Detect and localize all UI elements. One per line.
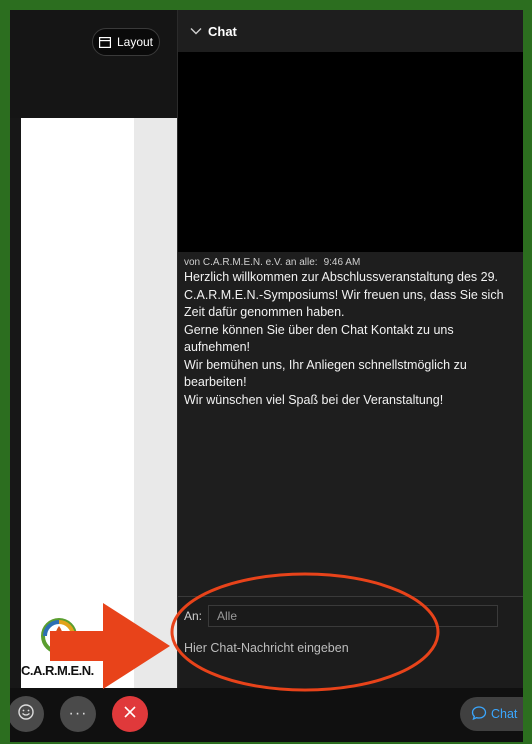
chat-toggle-label: Chat [491, 707, 518, 721]
chat-header[interactable]: Chat [178, 10, 523, 52]
recipient-value: Alle [217, 609, 238, 623]
message-line: Wir wünschen viel Spaß bei der Veranstal… [184, 392, 444, 407]
leave-meeting-button[interactable] [112, 696, 148, 732]
chat-toggle-button[interactable]: Chat [460, 697, 523, 731]
message-meta: von C.A.R.M.E.N. e.V. an alle: 9:46 AM [184, 257, 360, 268]
close-icon [123, 705, 137, 724]
message-line: Gerne können Sie über den Chat Kontakt z… [184, 322, 454, 355]
layout-button[interactable]: Layout [92, 28, 160, 56]
message-sender: von C.A.R.M.E.N. e.V. an alle: [184, 257, 318, 268]
slide-logo-text: C.A.R.M.E.N. [21, 663, 94, 678]
chat-input-placeholder: Hier Chat-Nachricht eingeben [184, 641, 349, 655]
presentation-slide: C.A.R.M.E.N. [21, 118, 134, 688]
recipient-label: An: [184, 609, 203, 623]
reaction-button[interactable] [10, 696, 44, 732]
recipient-select[interactable]: Alle [208, 605, 499, 627]
chevron-down-icon[interactable] [190, 27, 202, 35]
carmen-logo [41, 618, 77, 654]
more-icon: ··· [68, 705, 88, 722]
meeting-controls: ··· Chat [10, 688, 523, 742]
layout-icon [98, 36, 111, 48]
shared-content: C.A.R.M.E.N. [21, 118, 177, 688]
meeting-window: Layout C.A.R.M.E.N. Chat von C.A.R.M.E.N… [10, 10, 523, 742]
stage-topbar: Layout [10, 10, 177, 118]
message-line: Wir bemühen uns, Ihr Anliegen schnellstm… [184, 357, 467, 390]
chat-header-title: Chat [208, 23, 237, 39]
more-options-button[interactable]: ··· [60, 696, 96, 732]
recipient-row: An: Alle [184, 605, 499, 627]
chat-panel: Chat von C.A.R.M.E.N. e.V. an alle: 9:46 … [177, 10, 523, 742]
chat-message-input[interactable]: Hier Chat-Nachricht eingeben [184, 641, 514, 663]
message-time: 9:46 AM [323, 257, 361, 268]
stage-pane: Layout C.A.R.M.E.N. [10, 10, 177, 742]
chat-message: Herzlich willkommen zur Abschlussveranst… [184, 269, 514, 409]
message-line: Herzlich willkommen zur Abschlussveranst… [184, 270, 504, 319]
reaction-icon [17, 703, 35, 726]
chat-bubble-icon [471, 705, 487, 724]
video-thumbnail [178, 52, 523, 252]
layout-label: Layout [116, 35, 154, 49]
chat-compose: An: Alle Hier Chat-Nachricht eingeben [178, 596, 523, 701]
